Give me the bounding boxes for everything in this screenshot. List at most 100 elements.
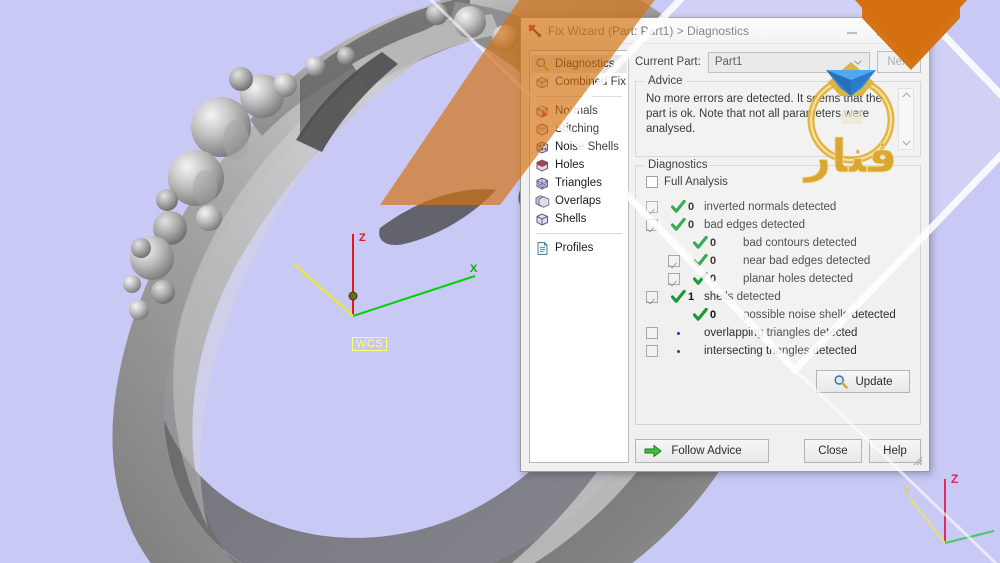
- cube-hole-icon: [535, 158, 550, 173]
- advice-group-title: Advice: [644, 75, 687, 87]
- blue-dot-icon: [668, 331, 688, 335]
- green-check-icon: [668, 200, 688, 214]
- green-check-icon: [668, 218, 688, 232]
- diagnostic-row: 1 shells detected: [646, 288, 910, 306]
- sidebar-item-label: Overlaps: [555, 195, 602, 207]
- diagnostic-label: bad edges detected: [704, 219, 806, 231]
- diagnostic-label: planar holes detected: [743, 273, 853, 285]
- diagnostic-label: shells detected: [704, 291, 781, 303]
- sidebar-item-shells[interactable]: Shells: [531, 210, 627, 228]
- diagnostic-label: possible noise shells detected: [743, 309, 896, 321]
- diagnostic-checkbox[interactable]: [646, 201, 658, 213]
- diagnostic-count: 0: [688, 201, 695, 213]
- diagnostic-checkbox[interactable]: [646, 219, 658, 231]
- diagnostic-label: inverted normals detected: [704, 201, 837, 213]
- dialog-titlebar[interactable]: Fix Wizard (Part: Part1) > Diagnostics: [521, 18, 929, 44]
- full-analysis-row[interactable]: Full Analysis: [646, 176, 910, 188]
- diagnostic-checkbox[interactable]: [646, 291, 658, 303]
- follow-advice-button[interactable]: Follow Advice: [635, 439, 769, 463]
- chevron-up-icon[interactable]: [901, 92, 911, 98]
- sidebar-item-profiles[interactable]: Profiles: [531, 239, 627, 257]
- advice-scrollbar[interactable]: [898, 88, 914, 150]
- wizard-nav[interactable]: Diagnostics Combined Fix Normals Stitchi…: [529, 50, 629, 463]
- magnifier-icon: [535, 57, 550, 72]
- minimize-button[interactable]: [837, 20, 867, 42]
- close-button[interactable]: [897, 20, 927, 42]
- resize-grip-icon[interactable]: [911, 454, 923, 466]
- diagnostic-checkbox[interactable]: [646, 327, 658, 339]
- sidebar-item-diagnostics[interactable]: Diagnostics: [531, 55, 627, 73]
- svg-text:Y: Y: [903, 484, 911, 498]
- diagnostic-checkbox-cell: [646, 201, 668, 213]
- full-analysis-checkbox[interactable]: [646, 176, 658, 188]
- current-part-combo[interactable]: Part1: [707, 51, 871, 73]
- sidebar-item-label: Diagnostics: [555, 58, 615, 70]
- diagnostics-group: Diagnostics Full Analysis 0 inverted norm…: [635, 159, 921, 425]
- window-controls: [837, 20, 927, 42]
- diagnostic-checkbox[interactable]: [668, 273, 680, 285]
- fix-wizard-dialog[interactable]: Fix Wizard (Part: Part1) > Diagnostics D…: [520, 17, 930, 472]
- diagnostic-checkbox[interactable]: [668, 255, 680, 267]
- diagnostic-label: near bad edges detected: [743, 255, 871, 267]
- sidebar-item-label: Stitching: [555, 123, 600, 135]
- diagnostic-checkbox[interactable]: [646, 345, 658, 357]
- diagnostic-row: 0 inverted normals detected: [646, 198, 910, 216]
- svg-text:Z: Z: [951, 472, 958, 486]
- sidebar-item-label: Profiles: [555, 242, 594, 254]
- sidebar-item-label: Shells: [555, 213, 587, 225]
- diagnostic-checkbox-cell: [646, 291, 668, 303]
- diagnostic-count: 1: [688, 291, 695, 303]
- advice-group: Advice No more errors are detected. It s…: [635, 75, 921, 157]
- green-check-icon: [690, 308, 710, 322]
- diagnostic-row: 0 bad edges detected: [646, 216, 910, 234]
- maximize-button[interactable]: [867, 20, 897, 42]
- green-check-icon: [690, 272, 710, 286]
- magnifier-icon: [833, 374, 849, 390]
- diagnostic-count: 0: [710, 309, 717, 321]
- diagnostic-checkbox-cell: [668, 255, 690, 267]
- document-icon: [535, 241, 550, 256]
- diagnostic-row: intersecting triangles detected: [646, 342, 910, 360]
- diagnostic-label: bad contours detected: [743, 237, 857, 249]
- diagnostic-row: 0 possible noise shells detected: [646, 306, 910, 324]
- sidebar-item-combined-fix[interactable]: Combined Fix: [531, 73, 627, 91]
- sidebar-item-normals[interactable]: Normals: [531, 102, 627, 120]
- sidebar-item-holes[interactable]: Holes: [531, 156, 627, 174]
- advice-text: No more errors are detected. It seems th…: [646, 93, 882, 135]
- dialog-title: Fix Wizard (Part: Part1) > Diagnostics: [548, 23, 750, 38]
- wizard-right-panel: Current Part: Part1 Next Advice No more …: [635, 50, 923, 466]
- update-row: Update: [646, 370, 910, 393]
- diagnostic-row: overlapping triangles detected: [646, 324, 910, 342]
- green-check-icon: [668, 290, 688, 304]
- sidebar-item-stitching[interactable]: Stitching: [531, 120, 627, 138]
- sidebar-item-label: Triangles: [555, 177, 602, 189]
- diagnostics-rows: 0 inverted normals detected 0 bad edges det…: [646, 198, 910, 360]
- diagnostic-checkbox-cell: [646, 345, 668, 357]
- diagnostic-count: 0: [688, 219, 695, 231]
- cube-shells-icon: [535, 212, 550, 227]
- next-button[interactable]: Next: [877, 51, 921, 73]
- update-button[interactable]: Update: [816, 370, 910, 393]
- sidebar-item-triangles[interactable]: Triangles: [531, 174, 627, 192]
- dialog-body: Diagnostics Combined Fix Normals Stitchi…: [521, 44, 929, 471]
- advice-box: No more errors are detected. It seems th…: [646, 88, 914, 150]
- close-button-footer[interactable]: Close: [804, 439, 862, 463]
- diagnostic-checkbox-cell: [668, 273, 690, 285]
- diagnostic-count: 0: [710, 273, 717, 285]
- sidebar-item-noise-shells[interactable]: Noise Shells: [531, 138, 627, 156]
- svg-text:X: X: [470, 263, 478, 275]
- cube-red-icon: [535, 104, 550, 119]
- sidebar-item-label: Holes: [555, 159, 585, 171]
- chevron-down-icon[interactable]: [901, 140, 911, 146]
- diagnostic-count: 0: [710, 255, 717, 267]
- screen: Z X WCS Z Y Fix Wizard (Part: Part1) > D…: [0, 0, 1000, 563]
- nav-divider: [536, 96, 622, 97]
- nav-divider: [536, 233, 622, 234]
- dialog-content: Diagnostics Combined Fix Normals Stitchi…: [529, 50, 923, 466]
- sidebar-item-overlaps[interactable]: Overlaps: [531, 192, 627, 210]
- sidebar-item-label: Noise Shells: [555, 141, 619, 153]
- current-part-row: Current Part: Part1 Next: [635, 50, 921, 74]
- diagnostic-checkbox-cell: [646, 219, 668, 231]
- diagnostic-label: intersecting triangles detected: [704, 345, 857, 357]
- dialog-footer: Follow Advice Close Help: [635, 433, 923, 466]
